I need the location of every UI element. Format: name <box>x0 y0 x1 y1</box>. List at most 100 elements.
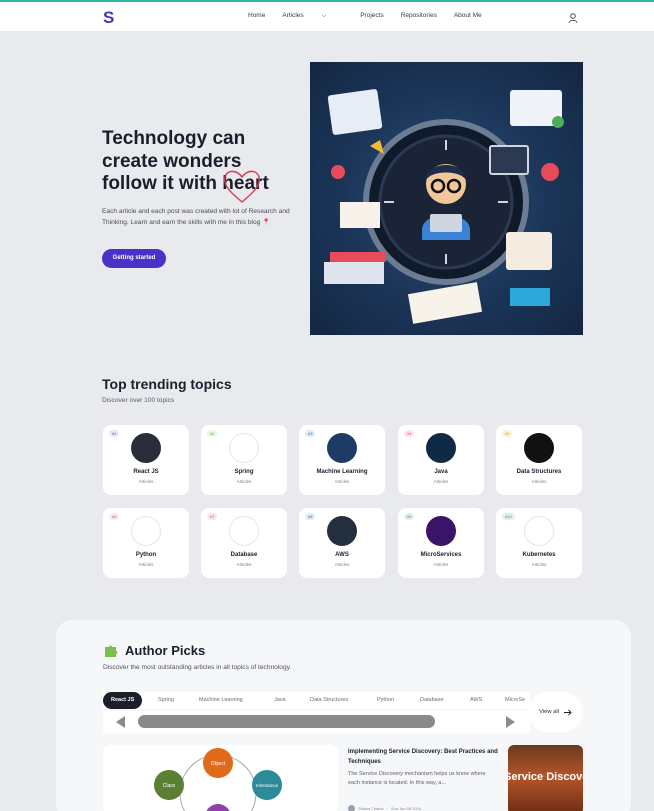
topic-caption: Articles <box>433 562 449 567</box>
scroll-right-icon[interactable] <box>506 716 515 728</box>
topic-name: Database <box>230 552 258 558</box>
article-diagram-image[interactable]: Object Class Inheritance <box>103 745 338 811</box>
topic-card[interactable]: #10 Kubernetes Articles <box>496 508 582 578</box>
tab-aws[interactable]: AWS <box>470 692 482 709</box>
tab-database[interactable]: Database <box>420 692 444 709</box>
tab-data-structures[interactable]: Data Structures <box>310 692 348 709</box>
topic-caption: Articles <box>334 479 350 484</box>
nav-articles-label: Articles <box>282 12 304 19</box>
topic-caption: Articles <box>138 562 154 567</box>
diagram-node-inheritance: Inheritance <box>256 783 279 788</box>
topic-card[interactable]: #5 Data Structures Articles <box>496 425 582 495</box>
hero-title-line-1: Technology can <box>102 128 246 149</box>
tab-react-js[interactable]: React JS <box>103 692 143 709</box>
article-date: Sun Jun 09 2024 <box>390 806 422 811</box>
topic-card[interactable]: #4 Java Articles <box>398 425 484 495</box>
article-description: The Service Discovery mechanism helps us… <box>348 771 486 786</box>
topic-caption: Articles <box>433 479 449 484</box>
nav-projects[interactable]: Projects <box>360 12 383 20</box>
topic-name: Python <box>135 552 157 558</box>
topic-rank-badge: #4 <box>404 430 415 437</box>
spring-icon <box>229 433 259 463</box>
topic-name: Spring <box>234 469 254 475</box>
diagram-node-object: Object <box>211 761 226 767</box>
tabs-scrollbar[interactable] <box>103 711 530 733</box>
puzzle-icon <box>105 645 118 657</box>
topic-caption: Articles <box>138 479 154 484</box>
thumbnail-label: Service Discovery <box>508 771 583 783</box>
topic-card[interactable]: #3 Machine Learning Articles <box>299 425 385 495</box>
article-author[interactable]: Shikea Thoms <box>358 806 384 811</box>
oop-diagram: Object Class Inheritance <box>154 748 282 811</box>
react-icon <box>131 433 161 463</box>
separator: · <box>386 806 388 811</box>
hero-title-line-2: create wonders <box>102 150 242 172</box>
scroll-left-icon[interactable] <box>116 716 125 728</box>
data-structures-icon <box>524 433 554 463</box>
topic-card[interactable]: #1 React JS Articles <box>103 425 189 495</box>
topic-name: Kubernetes <box>522 552 556 558</box>
microservices-icon <box>426 516 456 546</box>
topic-card[interactable]: #7 Database Articles <box>201 508 287 578</box>
topic-rank-badge: #8 <box>305 513 316 520</box>
topic-card[interactable]: #2 Spring Articles <box>201 425 287 495</box>
trending-subtitle: Discover over 100 topics <box>102 397 175 404</box>
database-icon <box>229 516 259 546</box>
main-nav: Home Articles ⌵ Projects Repositories Abo… <box>248 12 499 20</box>
article-meta: Shikea Thoms · Sun Jun 09 2024 <box>348 805 421 811</box>
top-navigation-bar: S Home Articles ⌵ Projects Repositories A… <box>0 0 654 31</box>
topic-caption: Articles <box>236 562 252 567</box>
topic-rank-badge: #6 <box>109 513 120 520</box>
kubernetes-icon <box>524 516 554 546</box>
view-all-button[interactable]: View all <box>528 692 583 732</box>
trending-title: Top trending topics <box>102 376 232 392</box>
topic-rank-badge: #2 <box>207 430 218 437</box>
tab-spring[interactable]: Spring <box>158 692 174 709</box>
topic-card[interactable]: #9 MicroServices Articles <box>398 508 484 578</box>
tab-machine-learning[interactable]: Machine Learning <box>199 692 243 709</box>
getting-started-button[interactable]: Getting started <box>102 249 166 268</box>
topic-name: Data Structures <box>516 469 562 475</box>
user-icon[interactable] <box>567 12 579 24</box>
nav-about-me[interactable]: About Me <box>454 12 482 20</box>
developer-clock-illustration <box>324 89 564 324</box>
topic-name: Machine Learning <box>316 469 368 475</box>
site-logo[interactable]: S <box>103 8 114 28</box>
aws-icon <box>327 516 357 546</box>
topic-rank-badge: #10 <box>502 513 515 520</box>
topic-rank-badge: #3 <box>305 430 316 437</box>
article-title[interactable]: Implementing Service Discovery: Best Pra… <box>348 747 498 767</box>
topic-caption: Articles <box>531 479 547 484</box>
view-all-label: View all <box>539 709 559 715</box>
topic-card[interactable]: #6 Python Articles <box>103 508 189 578</box>
article-thumbnail[interactable]: Service Discovery <box>508 745 583 811</box>
topic-tabs: React JS Spring Machine Learning Java Da… <box>103 692 530 709</box>
ml-icon <box>327 433 357 463</box>
diagram-node-class: Class <box>163 783 176 789</box>
tab-java[interactable]: Java <box>274 692 286 709</box>
topic-card[interactable]: #8 AWS Articles <box>299 508 385 578</box>
tab-python[interactable]: Python <box>377 692 394 709</box>
topic-name: React JS <box>133 469 159 475</box>
tab-microservices[interactable]: MicroSe <box>505 692 525 709</box>
topic-rank-badge: #7 <box>207 513 218 520</box>
hero-description: Each article and each post was created w… <box>102 208 290 226</box>
java-icon <box>426 433 456 463</box>
python-icon <box>131 516 161 546</box>
topic-caption: Articles <box>236 479 252 484</box>
topic-name: MicroServices <box>420 552 462 558</box>
topic-caption: Articles <box>531 562 547 567</box>
topic-name: Java <box>434 469 448 475</box>
nav-articles[interactable]: Articles ⌵ <box>282 12 343 20</box>
hero-title: Technology can create wonders follow it … <box>102 128 302 196</box>
avatar <box>348 805 355 811</box>
topic-rank-badge: #1 <box>109 430 120 437</box>
hero-illustration <box>310 62 583 335</box>
arrow-right-icon <box>563 709 572 715</box>
scrollbar-thumb[interactable] <box>138 715 435 728</box>
topic-caption: Articles <box>334 562 350 567</box>
nav-repositories[interactable]: Repositories <box>401 12 437 20</box>
heart-icon <box>223 170 261 203</box>
chevron-down-icon: ⌵ <box>321 13 327 19</box>
nav-home[interactable]: Home <box>248 12 265 20</box>
